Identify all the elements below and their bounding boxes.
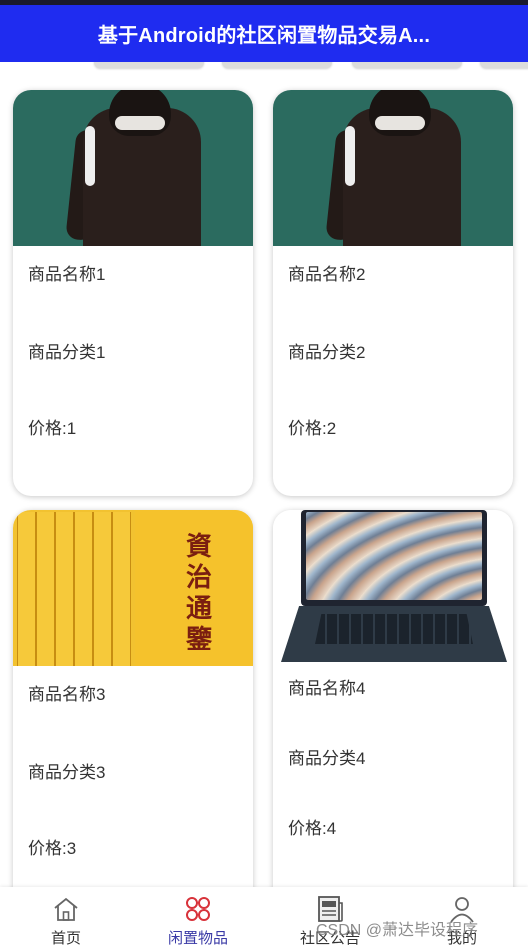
page-title: 基于Android的社区闲置物品交易A... [97, 25, 431, 47]
category-tab[interactable] [222, 62, 332, 68]
book-cover-title: 資治通鑒 [186, 532, 213, 655]
category-tab-strip[interactable] [0, 62, 528, 76]
category-tab[interactable] [94, 62, 204, 68]
product-card[interactable]: 商品名称2 商品分类2 价格:2 [273, 90, 513, 496]
product-card[interactable]: 資治通鑒 商品名称3 商品分类3 价格:3 [13, 510, 253, 910]
product-price: 价格:1 [28, 419, 77, 438]
category-tab[interactable] [352, 62, 462, 68]
product-price: 价格:3 [28, 839, 77, 858]
product-image [13, 90, 253, 246]
home-icon [54, 897, 78, 921]
product-price: 价格:2 [288, 419, 337, 438]
product-price: 价格:4 [288, 819, 337, 838]
nav-label: 首页 [50, 930, 81, 947]
nav-item-home[interactable]: 首页 [0, 887, 132, 951]
product-category: 商品分类3 [28, 763, 106, 782]
product-card[interactable]: 商品名称1 商品分类1 价格:1 [13, 90, 253, 496]
product-name: 商品名称1 [28, 265, 106, 284]
product-image [273, 510, 513, 666]
category-tab[interactable] [480, 62, 528, 68]
watermark: CSDN @萧达毕设程序 [316, 922, 479, 939]
nav-label: 闲置物品 [167, 930, 228, 947]
grid-icon [186, 897, 210, 921]
product-name: 商品名称2 [288, 265, 366, 284]
product-category: 商品分类2 [288, 343, 366, 362]
nav-item-idle-items[interactable]: 闲置物品 [132, 887, 264, 951]
product-category: 商品分类1 [28, 343, 106, 362]
product-category: 商品分类4 [288, 749, 366, 768]
product-name: 商品名称3 [28, 685, 106, 704]
product-image [273, 90, 513, 246]
app-header: 基于Android的社区闲置物品交易A... [0, 5, 528, 62]
product-image: 資治通鑒 [13, 510, 253, 666]
product-name: 商品名称4 [288, 679, 366, 698]
product-card[interactable]: 商品名称4 商品分类4 价格:4 [273, 510, 513, 910]
